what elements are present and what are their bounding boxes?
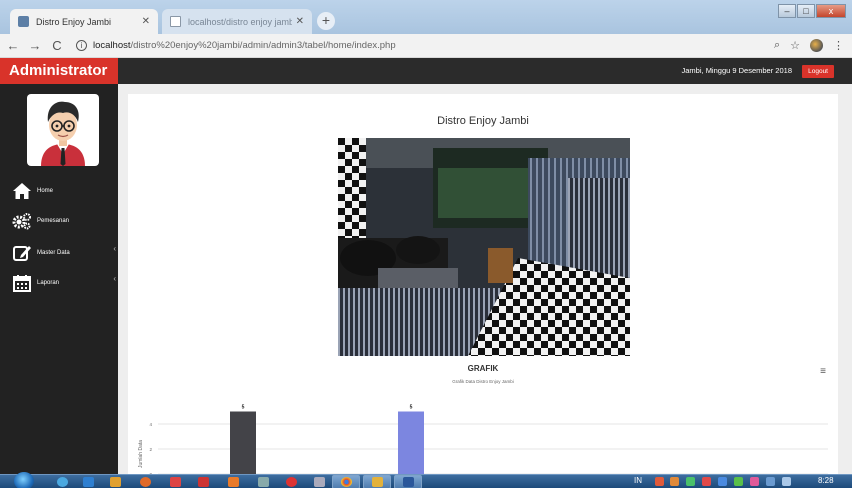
- sidebar-item-master-data[interactable]: Master Data ‹: [12, 244, 116, 262]
- network-icon[interactable]: [734, 477, 743, 486]
- browser-toolbar: ← → C i localhost/distro%20enjoy%20jambi…: [0, 34, 852, 58]
- chrome-task-button[interactable]: [332, 475, 360, 488]
- bar-chart: Jumlah Data 42055: [138, 405, 828, 475]
- home-icon: [13, 183, 31, 199]
- close-window-button[interactable]: x: [816, 4, 846, 18]
- reload-icon[interactable]: C: [48, 38, 66, 53]
- chrome-icon: [341, 477, 352, 487]
- header-date: Jambi, Minggu 9 Desember 2018: [681, 66, 792, 75]
- avatar-illustration: [41, 101, 85, 166]
- acrobat-icon[interactable]: [198, 477, 209, 487]
- tray-icon[interactable]: [718, 477, 727, 486]
- forward-icon[interactable]: →: [26, 38, 44, 53]
- chart-menu-icon[interactable]: ≡: [820, 366, 826, 377]
- maximize-button[interactable]: □: [797, 4, 815, 18]
- sidebar-item-label: Master Data: [37, 250, 70, 256]
- y-tick-label: 4: [149, 422, 152, 427]
- tab-label: localhost/distro enjoy jambi/?p=: [188, 16, 292, 27]
- ie-icon[interactable]: [57, 477, 68, 487]
- admin-avatar: [27, 94, 99, 166]
- address-bar[interactable]: i localhost/distro%20enjoy%20jambi/admin…: [76, 40, 396, 51]
- xampp-icon[interactable]: [228, 477, 239, 487]
- tray-icon[interactable]: [750, 477, 759, 486]
- sidebar-item-home[interactable]: Home: [12, 182, 116, 200]
- calendar-icon: [13, 275, 31, 292]
- gears-icon: [12, 213, 31, 230]
- back-icon[interactable]: ←: [4, 38, 22, 53]
- brand-title[interactable]: Administrator: [0, 58, 118, 84]
- sidebar-item-label: Home: [37, 188, 54, 194]
- word-task-button[interactable]: [394, 475, 422, 488]
- bookmark-star-icon[interactable]: ☆: [790, 39, 800, 52]
- explorer-icon[interactable]: [83, 477, 94, 487]
- bar-data-label: 5: [410, 405, 413, 411]
- tab-close-icon[interactable]: ✕: [296, 16, 304, 27]
- folder-icon: [372, 477, 383, 487]
- sidebar: Home Pemesanan Master Data ‹ Laporan ‹: [0, 84, 118, 474]
- folder-task-button[interactable]: [363, 475, 391, 488]
- sidebar-item-label: Pemesanan: [37, 218, 70, 224]
- dashboard-panel: Distro Enjoy Jambi GRAFIK Grafik Data Di…: [128, 94, 838, 474]
- expand-arrow-icon: ‹: [113, 244, 116, 253]
- tray-icon[interactable]: [686, 477, 695, 486]
- expand-arrow-icon: ‹: [113, 274, 116, 283]
- browser-tab-strip: Distro Enjoy Jambi ✕ localhost/distro en…: [0, 0, 852, 34]
- site-info-icon[interactable]: i: [76, 40, 87, 51]
- new-tab-button[interactable]: +: [317, 12, 335, 30]
- language-indicator[interactable]: IN: [634, 476, 642, 485]
- page-title: Distro Enjoy Jambi: [437, 115, 529, 127]
- tab-localhost[interactable]: localhost/distro enjoy jambi/?p= ✕: [162, 9, 312, 34]
- powerpoint-icon[interactable]: [170, 477, 181, 487]
- windows-taskbar: IN 8:28: [0, 472, 852, 488]
- edit-icon: [13, 246, 31, 261]
- opera-icon[interactable]: [286, 477, 297, 487]
- folder-icon[interactable]: [110, 477, 121, 487]
- site-favicon-icon: [18, 16, 29, 27]
- tab-label: Distro Enjoy Jambi: [36, 16, 112, 27]
- chart-bar[interactable]: [230, 411, 256, 475]
- volume-icon[interactable]: [782, 477, 791, 486]
- window-controls: – □ x: [778, 4, 846, 18]
- tray-icon[interactable]: [702, 477, 711, 486]
- bar-data-label: 5: [242, 405, 245, 411]
- tab-distro-enjoy-jambi[interactable]: Distro Enjoy Jambi ✕: [10, 9, 158, 34]
- extension-icon[interactable]: [810, 39, 823, 52]
- word-icon: [403, 477, 414, 487]
- tray-icon[interactable]: [670, 477, 679, 486]
- media-icon[interactable]: [140, 477, 151, 487]
- notepad-icon[interactable]: [314, 477, 325, 487]
- chart-title: GRAFIK: [467, 364, 499, 373]
- start-button[interactable]: [14, 472, 34, 488]
- clock-time[interactable]: 8:28: [818, 476, 834, 485]
- page-icon: [170, 16, 181, 27]
- store-photo-illustration: [338, 138, 630, 356]
- main-content: Distro Enjoy Jambi GRAFIK Grafik Data Di…: [118, 84, 852, 474]
- app-icon[interactable]: [258, 477, 269, 487]
- y-axis-label: Jumlah Data: [138, 440, 144, 468]
- sidebar-item-label: Laporan: [37, 280, 60, 286]
- tab-close-icon[interactable]: ✕: [142, 16, 150, 27]
- tray-icon[interactable]: [655, 477, 664, 486]
- browser-menu-icon[interactable]: ⋮: [833, 39, 844, 52]
- sidebar-item-laporan[interactable]: Laporan ‹: [12, 274, 116, 292]
- zoom-icon[interactable]: ⌕: [774, 39, 780, 52]
- logout-button[interactable]: Logout: [802, 65, 834, 78]
- url-host: localhost: [93, 40, 131, 51]
- app-header: Administrator Jambi, Minggu 9 Desember 2…: [0, 58, 852, 84]
- toolbar-actions: ⌕ ☆ ⋮: [774, 39, 844, 52]
- chart-bar[interactable]: [398, 411, 424, 475]
- minimize-button[interactable]: –: [778, 4, 796, 18]
- flag-icon[interactable]: [766, 477, 775, 486]
- y-tick-label: 2: [149, 447, 152, 452]
- url-path: /distro%20enjoy%20jambi/admin/admin3/tab…: [130, 40, 396, 51]
- sidebar-item-pemesanan[interactable]: Pemesanan: [12, 212, 116, 230]
- store-photo: [338, 138, 630, 356]
